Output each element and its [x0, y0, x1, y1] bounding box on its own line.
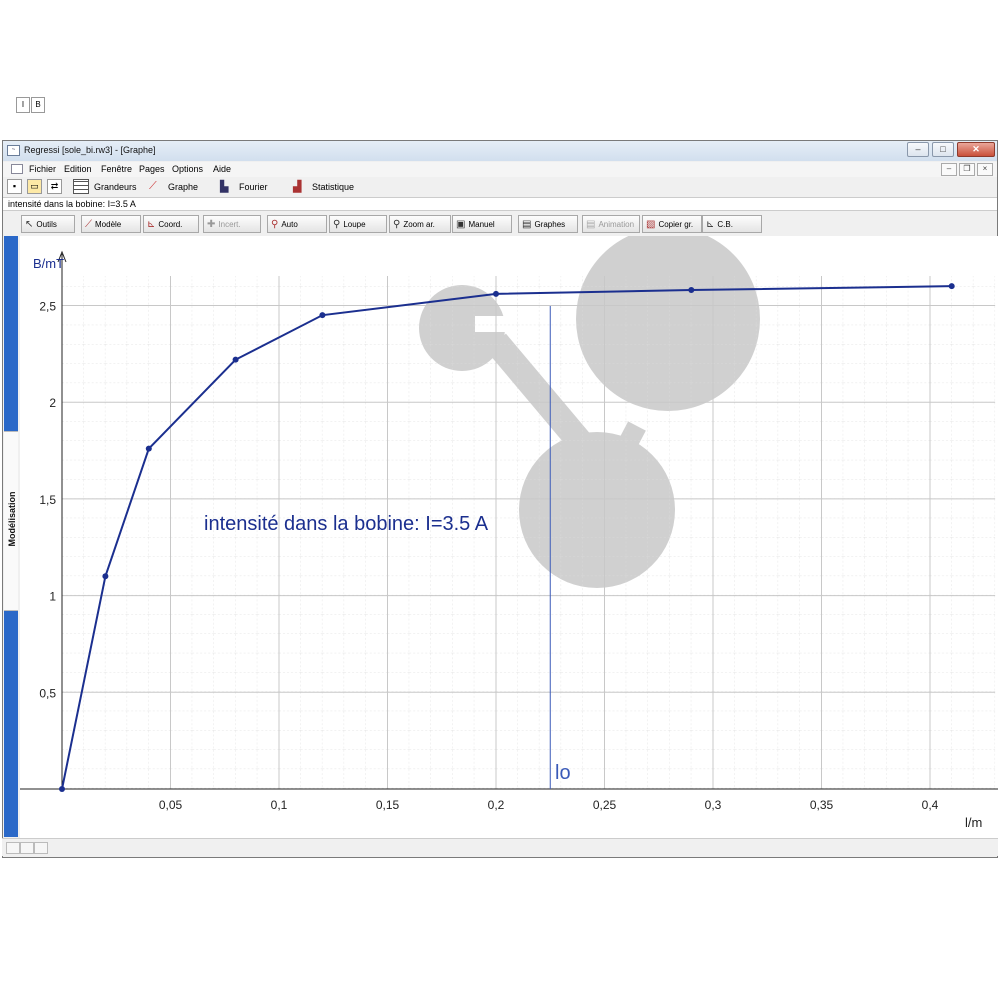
tool-manuel-button[interactable]: ▣ Manuel: [452, 215, 512, 233]
x-tick-label: 0,25: [593, 798, 617, 812]
y-tick-label: 1,5: [39, 493, 56, 507]
y-tick-label: 0,5: [39, 686, 56, 700]
menu-options[interactable]: Options: [172, 164, 203, 174]
maximize-button[interactable]: □: [932, 142, 954, 157]
graph-toolbar: ↖ Outils ⟋ Modèle ⊾ Coord. ✚ Incert. ⚲ Auto ⚲…: [3, 213, 997, 235]
menu-edition[interactable]: Edition: [64, 164, 92, 174]
document-icon[interactable]: [11, 164, 23, 174]
x-tick-label: 0,05: [159, 798, 183, 812]
mdi-restore-button[interactable]: ❐: [959, 163, 975, 176]
tool-animation-button[interactable]: ▤ Animation: [582, 215, 640, 233]
lo-marker-label: lo: [555, 762, 571, 784]
x-tick-label: 0,1: [271, 798, 288, 812]
y-tick-label: 2,5: [39, 300, 56, 314]
variable-tabs: I B: [16, 97, 46, 113]
tool-cb-button[interactable]: ⊾ C.B.: [702, 215, 762, 233]
minor-grid: [62, 276, 996, 789]
y-axis-label: B/mT: [33, 256, 64, 271]
title-bar: ~ Regressi [sole_bi.rw3] - [Graphe] – □ …: [3, 141, 997, 161]
auto-zoom-icon: ⚲: [271, 218, 279, 230]
x-axis-label: l/m: [965, 815, 982, 830]
y-tick-label: 2: [49, 396, 56, 410]
window-title: Regressi [sole_bi.rw3] - [Graphe]: [24, 145, 156, 155]
copy-graph-icon: ▧: [646, 218, 656, 230]
graph-icon: ⟋: [149, 180, 157, 192]
mdi-minimize-button[interactable]: –: [941, 163, 957, 176]
tab-fourier[interactable]: ▙ Fourier: [220, 179, 268, 194]
var-tab-i[interactable]: I: [16, 97, 30, 113]
axes-icon: ⊾: [147, 218, 156, 230]
save-icon[interactable]: ▪: [7, 179, 22, 194]
data-point: [493, 290, 499, 297]
x-tick-labels: 0,05 0,1 0,15 0,2 0,25 0,3 0,35 0,4: [159, 798, 939, 812]
grid: [62, 276, 996, 789]
tool-zoom-arriere-button[interactable]: ⚲ Zoom ar.: [389, 215, 451, 233]
tool-incert-button[interactable]: ✚ Incert.: [203, 215, 261, 233]
x-tick-label: 0,15: [376, 798, 400, 812]
tab-graphe[interactable]: ⟋ Graphe: [149, 179, 198, 194]
model-icon: ⟋: [85, 218, 92, 230]
menu-aide[interactable]: Aide: [213, 164, 231, 174]
data-point: [102, 573, 109, 580]
close-button[interactable]: ✕: [957, 142, 995, 157]
menu-bar: Fichier Edition Fenêtre Pages Options Ai…: [3, 162, 997, 177]
data-point: [145, 445, 152, 452]
animation-icon: ▤: [586, 218, 596, 230]
tool-copier-graphe-button[interactable]: ▧ Copier gr.: [642, 215, 702, 233]
tab-statistique[interactable]: ▟ Statistique: [293, 179, 354, 194]
pointer-icon: ↖: [25, 218, 34, 230]
menu-fichier[interactable]: Fichier: [29, 164, 56, 174]
table-icon: [73, 179, 89, 194]
x-tick-label: 0,35: [810, 798, 834, 812]
tool-coord-button[interactable]: ⊾ Coord.: [143, 215, 199, 233]
data-point: [319, 312, 326, 319]
y-tick-labels: 0,5 1 1,5 2 2,5: [39, 300, 56, 701]
histogram-icon: ▟: [293, 181, 302, 193]
sidebar-label: Modélisation: [7, 491, 17, 547]
uncertainty-icon: ✚: [207, 218, 216, 230]
tool-loupe-button[interactable]: ⚲ Loupe: [329, 215, 387, 233]
modelisation-sidebar[interactable]: Modélisation: [4, 236, 18, 837]
tool-graphes-button[interactable]: ▤ Graphes: [518, 215, 578, 233]
tab-grandeurs[interactable]: Grandeurs: [73, 179, 137, 194]
y-tick-label: 1: [49, 590, 56, 604]
tool-outils-button[interactable]: ↖ Outils: [21, 215, 75, 233]
data-point: [948, 283, 955, 290]
chart[interactable]: 0,05 0,1 0,15 0,2 0,25 0,3 0,35 0,4 0,5 1 1,5 2 2,5…: [20, 236, 998, 838]
menu-fenetre[interactable]: Fenêtre: [101, 164, 132, 174]
data-point: [232, 356, 239, 363]
mdi-close-button[interactable]: ×: [977, 163, 993, 176]
x-tick-label: 0,2: [488, 798, 505, 812]
graphs-icon: ▤: [522, 218, 532, 230]
var-tab-b[interactable]: B: [31, 97, 45, 113]
page-tabs-bar: ▪ ▭ ⇄ Grandeurs ⟋ Graphe ▙ Fourier ▟ Sta…: [3, 177, 997, 198]
x-tick-label: 0,4: [922, 798, 939, 812]
refresh-icon[interactable]: ⇄: [47, 179, 62, 194]
minimize-button[interactable]: –: [907, 142, 929, 157]
zoom-out-icon: ⚲: [393, 218, 401, 230]
data-point: [59, 786, 65, 792]
data-point: [688, 287, 695, 294]
tool-modele-button[interactable]: ⟋ Modèle: [81, 215, 141, 233]
x-tick-label: 0,3: [705, 798, 722, 812]
status-bar: [2, 838, 998, 856]
app-icon: ~: [7, 145, 20, 156]
manual-icon: ▣: [456, 218, 466, 230]
tool-auto-button[interactable]: ⚲ Auto: [267, 215, 327, 233]
open-icon[interactable]: ▭: [27, 179, 42, 194]
spectrum-icon: ▙: [220, 181, 229, 193]
magnifier-icon: ⚲: [333, 218, 341, 230]
menu-pages[interactable]: Pages: [139, 164, 165, 174]
plot-area[interactable]: 0,05 0,1 0,15 0,2 0,25 0,3 0,35 0,4 0,5 1 1,5 2 2,5…: [20, 236, 998, 838]
annotation-text: intensité dans la bobine: I=3.5 A: [204, 513, 489, 535]
info-bar: intensité dans la bobine: I=3.5 A: [3, 198, 997, 211]
cb-icon: ⊾: [706, 218, 715, 230]
